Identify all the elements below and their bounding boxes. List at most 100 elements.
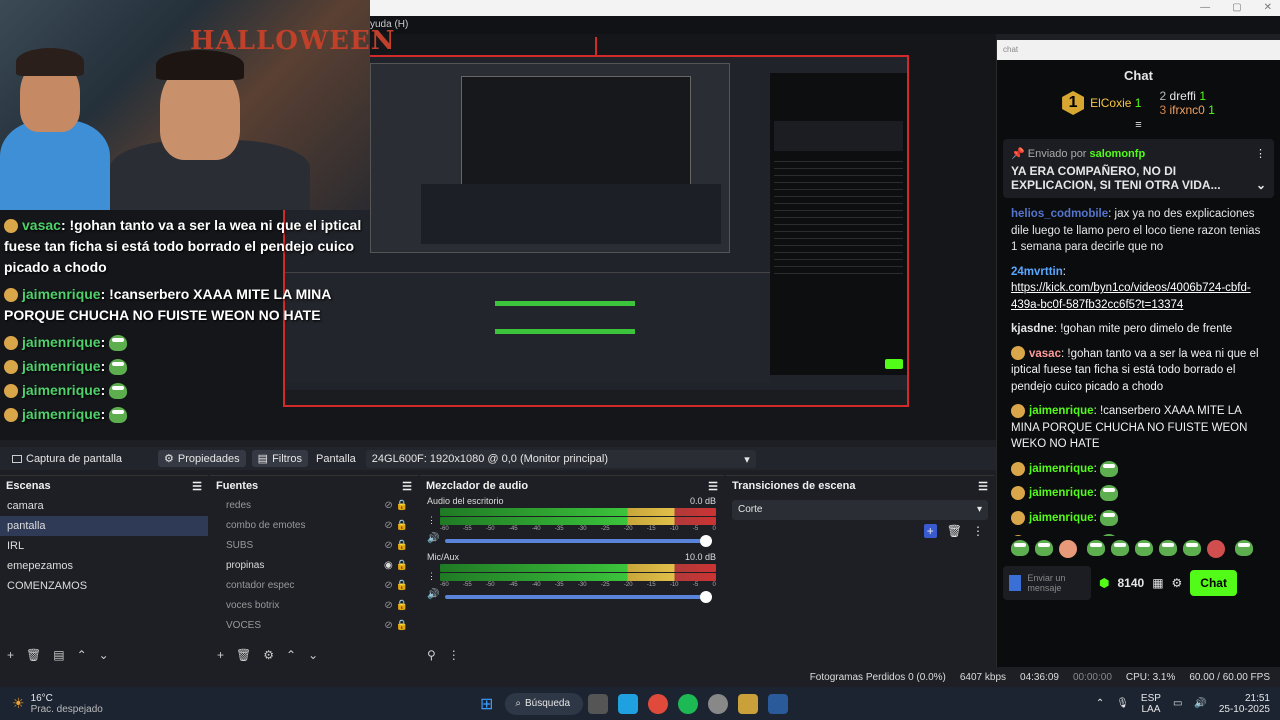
source-item[interactable]: combo de emotes ⊘ 🔒 <box>210 516 418 536</box>
live-time: 04:36:09 <box>1020 671 1059 683</box>
task-view-icon[interactable] <box>588 693 609 714</box>
trash-icon[interactable]: 🗑 <box>947 524 962 538</box>
arrow-down-icon[interactable]: ⌄ <box>99 648 109 662</box>
maximize-icon[interactable]: ▢ <box>1232 2 1241 13</box>
mic-icon[interactable]: 🎙 <box>1116 698 1129 709</box>
chevron-down-icon[interactable]: ⌄ <box>1256 178 1266 192</box>
gear-icon[interactable]: ⚙ <box>1172 576 1183 590</box>
dock-menu-icon[interactable]: ☰ <box>978 480 988 493</box>
add-icon[interactable]: + <box>217 648 224 662</box>
fps-readout: 60.00 / 60.00 FPS <box>1189 671 1270 683</box>
leaderboard-first: 1 ElCoxie 1 <box>1062 91 1141 115</box>
more-icon[interactable]: ⋮ <box>427 571 436 582</box>
transform-handle[interactable] <box>595 37 597 57</box>
badge-icon <box>1011 403 1025 418</box>
gift-icon[interactable] <box>1009 575 1022 591</box>
source-item[interactable]: redes ⊘ 🔒 <box>210 496 418 516</box>
link-icon[interactable]: ⚲ <box>427 648 436 662</box>
windows-start-icon[interactable]: ⊞ <box>480 694 493 714</box>
kick-chat-window: chat Chat 1 ElCoxie 1 2 dreffi 1 3 ifrxn… <box>996 40 1280 667</box>
emote-icon[interactable] <box>1035 540 1053 556</box>
emote-icon[interactable] <box>1235 540 1253 556</box>
clock[interactable]: 21:51 25-10-2025 <box>1219 693 1270 715</box>
taskbar-search[interactable]: ⌕ Búsqueda <box>505 692 584 715</box>
scene-item[interactable]: pantalla <box>0 516 208 536</box>
edge-icon[interactable] <box>618 693 639 714</box>
eye-hidden-icon lock-icon[interactable]: ⊘ 🔒 <box>384 516 408 536</box>
emote-icon[interactable] <box>1207 540 1225 558</box>
emote-icon[interactable] <box>1111 540 1129 556</box>
steam-icon[interactable] <box>768 693 789 714</box>
source-item[interactable]: SUBS ⊘ 🔒 <box>210 536 418 556</box>
eye-hidden-icon lock-icon[interactable]: ⊘ 🔒 <box>384 616 408 636</box>
display-select[interactable]: 24GL600F: 1920x1080 @ 0,0 (Monitor princ… <box>365 449 756 468</box>
source-item[interactable]: propinas ◉ 🔒 <box>210 556 418 576</box>
tray-chevron-icon[interactable]: ⌃ <box>1096 698 1104 709</box>
trash-icon[interactable]: 🗑 <box>236 648 251 662</box>
speaker-icon[interactable]: 🔊 <box>427 589 439 600</box>
pepe-emote-icon <box>109 359 128 376</box>
scene-item[interactable]: COMENZAMOS <box>0 576 208 596</box>
pinned-message[interactable]: 📌 Enviado por salomonfp ⋮ YA ERA COMPAÑER… <box>1003 139 1274 198</box>
chat-input[interactable]: Enviar un mensaje <box>1003 566 1091 600</box>
add-icon[interactable]: + <box>923 524 937 538</box>
audio-meter <box>440 573 716 581</box>
dock-menu-icon[interactable]: ☰ <box>192 480 202 493</box>
transition-select[interactable]: Corte ▾ <box>732 500 988 520</box>
eye-hidden-icon lock-icon[interactable]: ⊘ 🔒 <box>384 596 408 616</box>
mixer-toolbar: ⚲ ⋮ <box>420 645 724 665</box>
window-controls: — ▢ ✕ <box>1200 2 1272 13</box>
emote-icon[interactable] <box>1135 540 1153 556</box>
eye-icon lock-icon[interactable]: ◉ 🔒 <box>384 556 408 576</box>
network-icon[interactable]: ▭ <box>1173 698 1182 709</box>
source-item[interactable]: contador espec ⊘ 🔒 <box>210 576 418 596</box>
expand-leaderboard-icon[interactable]: ≡ <box>997 119 1280 131</box>
volume-slider[interactable] <box>445 590 712 603</box>
emote-icon[interactable] <box>1159 540 1177 556</box>
speaker-icon[interactable]: 🔊 <box>427 533 439 544</box>
close-icon[interactable]: ✕ <box>1264 2 1272 13</box>
source-selector[interactable]: Captura de pantalla <box>6 451 128 467</box>
volume-icon[interactable]: 🔊 <box>1194 698 1206 709</box>
add-icon[interactable]: + <box>7 648 14 662</box>
scene-item[interactable]: IRL <box>0 536 208 556</box>
filter-icon[interactable]: ▤ <box>53 648 64 662</box>
emote-icon[interactable] <box>1011 540 1029 556</box>
trash-icon[interactable]: 🗑 <box>26 648 41 662</box>
dock-menu-icon[interactable]: ☰ <box>708 480 718 493</box>
arrow-down-icon[interactable]: ⌄ <box>308 648 318 662</box>
filters-button[interactable]: ▤ Filtros <box>251 450 309 467</box>
weather-widget[interactable]: ☀ 16°C Prac. despejado <box>0 693 480 715</box>
eye-hidden-icon lock-icon[interactable]: ⊘ 🔒 <box>384 576 408 596</box>
send-chat-button[interactable]: Chat <box>1190 570 1237 596</box>
spotify-icon[interactable] <box>678 693 699 714</box>
source-item[interactable]: voces botrix ⊘ 🔒 <box>210 596 418 616</box>
scene-item[interactable]: camara <box>0 496 208 516</box>
more-icon[interactable]: ⋮ <box>972 524 984 538</box>
source-item[interactable]: VOCES ⊘ 🔒 <box>210 616 418 636</box>
scene-item[interactable]: emepezamos <box>0 556 208 576</box>
store-icon[interactable]: ▦ <box>1152 576 1163 590</box>
language-indicator[interactable]: ESP LAA <box>1141 693 1161 715</box>
emote-icon[interactable] <box>1087 540 1105 556</box>
rank-badge-icon: 2 <box>1159 89 1167 103</box>
more-icon[interactable]: ⋮ <box>448 648 460 662</box>
chrome-icon[interactable] <box>648 693 669 714</box>
dock-menu-icon[interactable]: ☰ <box>402 480 412 493</box>
obs-icon[interactable] <box>708 693 729 714</box>
chat-link[interactable]: https://kick.com/byn1co/videos/4006b724-… <box>1011 282 1251 311</box>
app-icon[interactable] <box>738 693 759 714</box>
arrow-up-icon[interactable]: ⌃ <box>286 648 296 662</box>
properties-button[interactable]: ⚙ Propiedades <box>158 450 246 467</box>
arrow-up-icon[interactable]: ⌃ <box>77 648 87 662</box>
more-icon[interactable]: ⋮ <box>427 515 436 526</box>
minimize-icon[interactable]: — <box>1200 2 1210 13</box>
gear-icon[interactable]: ⚙ <box>263 648 274 662</box>
more-icon[interactable]: ⋮ <box>1255 147 1266 160</box>
emote-icon[interactable] <box>1183 540 1201 556</box>
channel-points[interactable]: 8140 <box>1117 576 1144 590</box>
eye-hidden-icon lock-icon[interactable]: ⊘ 🔒 <box>384 496 408 516</box>
volume-slider[interactable] <box>445 534 712 547</box>
emote-icon[interactable] <box>1059 540 1077 558</box>
eye-hidden-icon lock-icon[interactable]: ⊘ 🔒 <box>384 536 408 556</box>
